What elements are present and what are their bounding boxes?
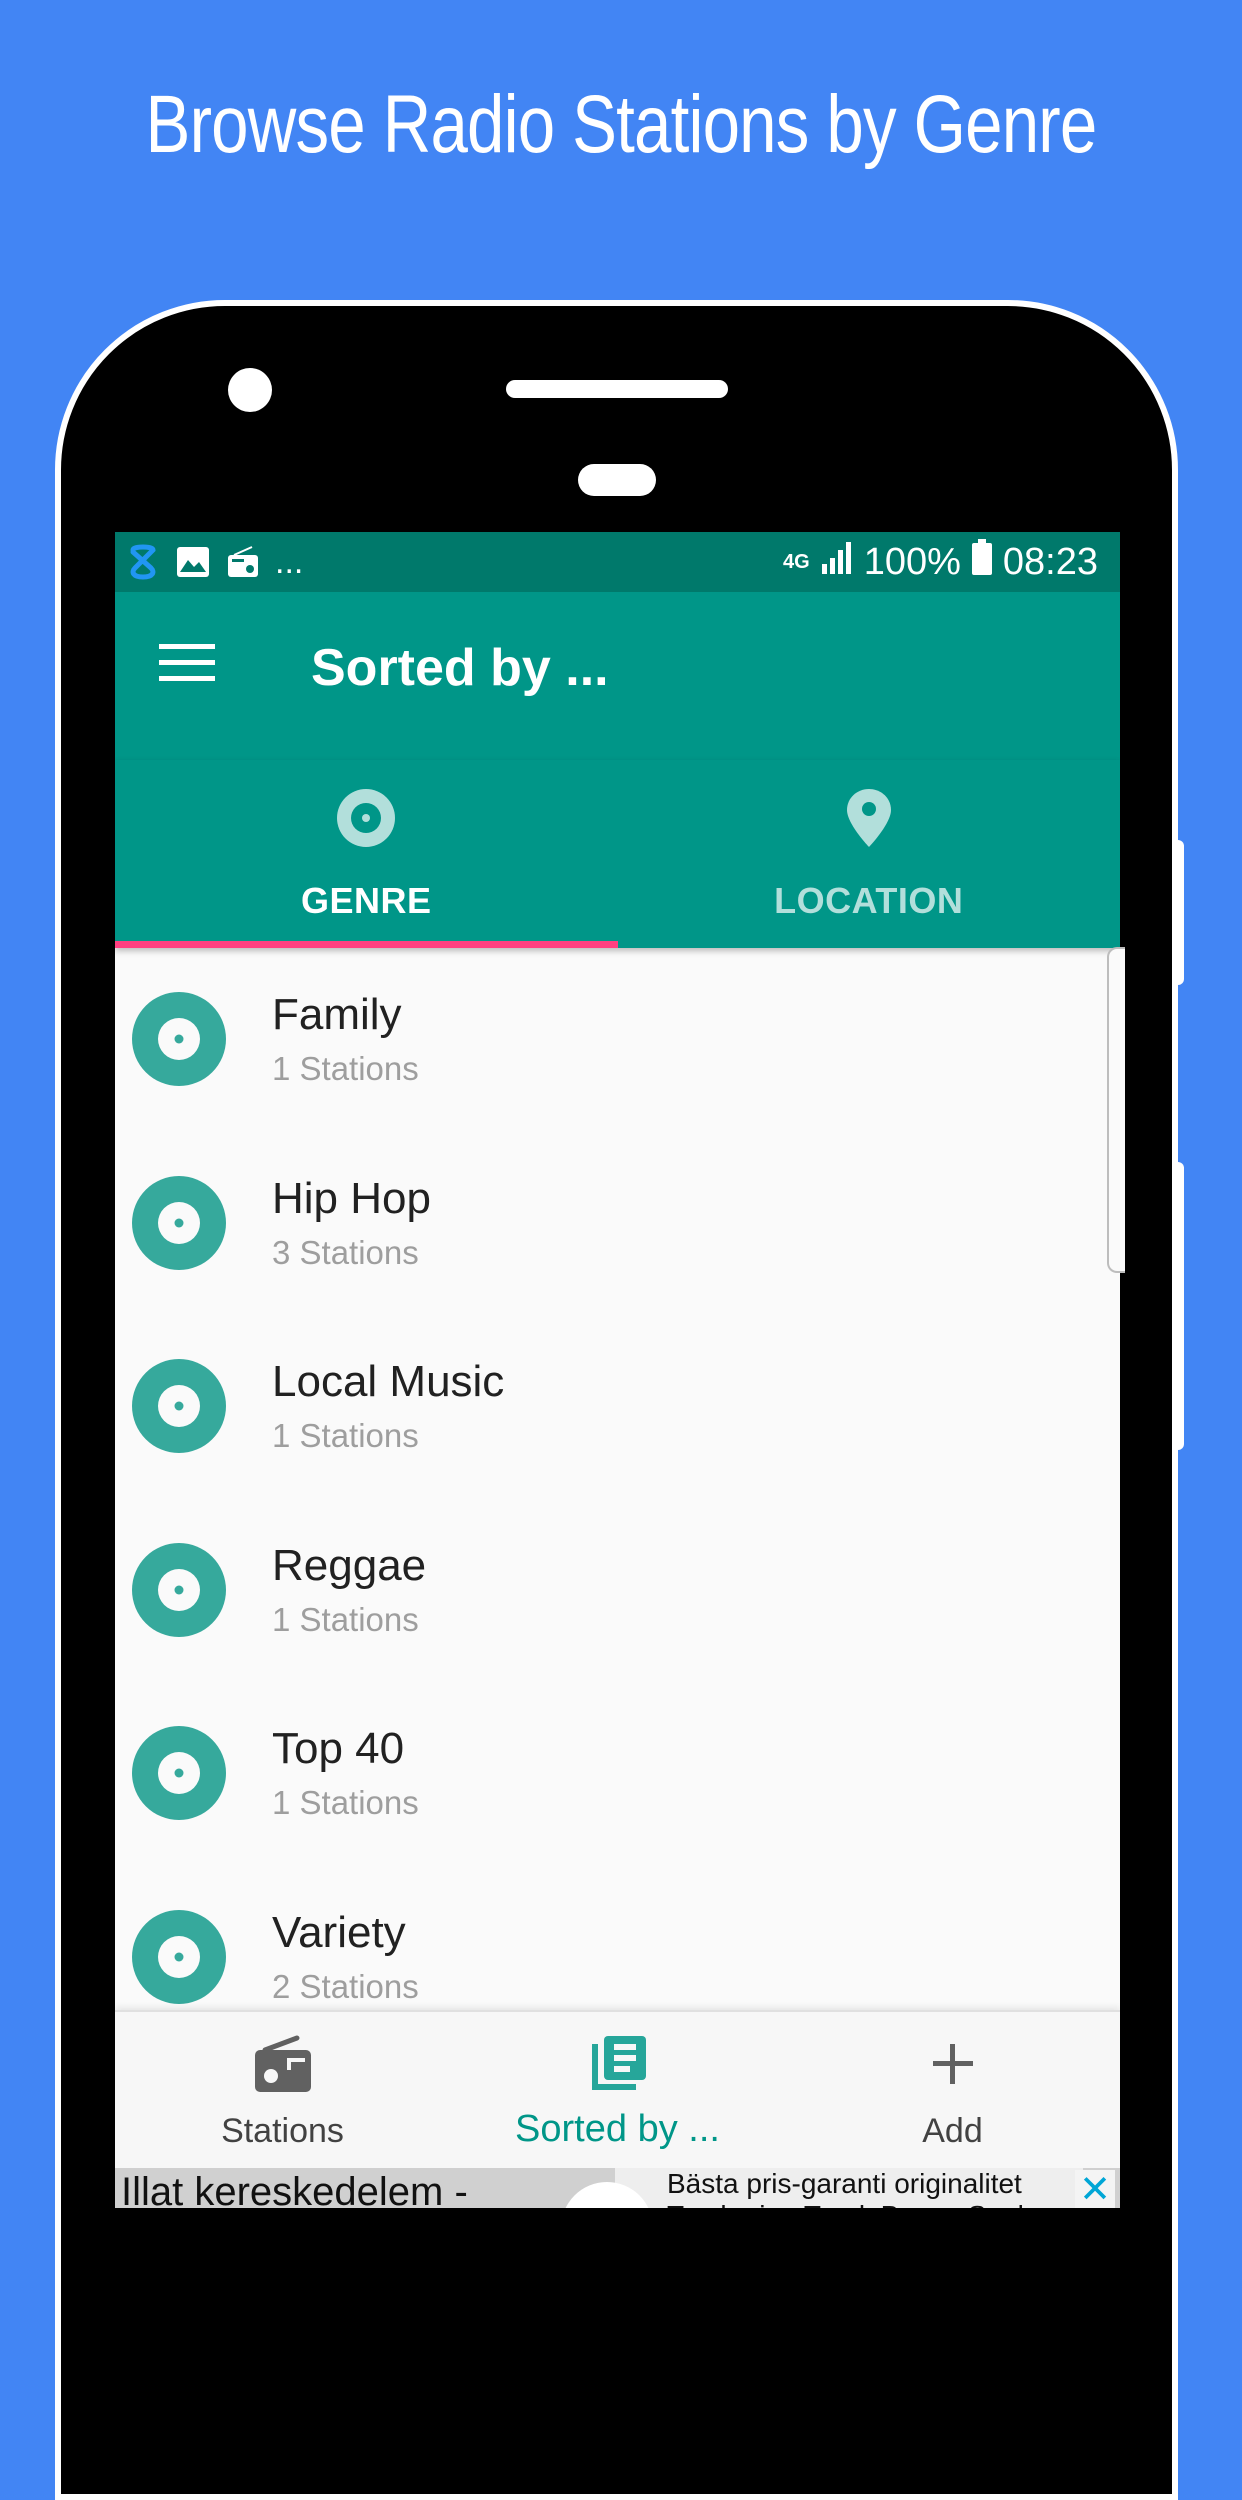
ad-text-line: Tryckeri ... Track Bonus Sank (667, 2200, 1032, 2208)
ad-text-line: Bästa pris-garanti originalitet (667, 2168, 1022, 2199)
station-count: 1 Stations (272, 1784, 419, 1821)
nav-stations[interactable]: Stations (115, 2012, 450, 2170)
ad-left-text: Illat kereskedelem - (121, 2170, 468, 2208)
toolbar-title: Sorted by ... (311, 639, 609, 697)
disc-icon (132, 1175, 226, 1270)
nav-add[interactable]: Add (785, 2012, 1120, 2170)
overflow-notifications: ... (275, 542, 304, 581)
nav-add-label: Add (922, 2112, 983, 2150)
status-bar: ... 4G 100% 08:23 (115, 532, 1120, 592)
disc-icon (132, 1542, 226, 1637)
shield-app-icon (125, 544, 161, 580)
signal-icon (820, 540, 854, 584)
nav-sorted-by[interactable]: Sorted by ... (450, 2012, 785, 2170)
promo-headline: Browse Radio Stations by Genre (145, 79, 1098, 170)
station-count: 2 Stations (272, 1967, 419, 2005)
radio-app-icon (225, 544, 261, 580)
phone-sensor (578, 464, 656, 496)
ad-right-text: Bästa pris-garanti originalitet Tryckeri… (667, 2168, 1032, 2208)
plus-icon (931, 2032, 975, 2096)
disc-icon (132, 1359, 226, 1453)
genre-list-item[interactable]: Reggae 1 Stations (115, 1499, 1120, 1683)
image-icon (175, 544, 211, 580)
genre-name: Family (272, 990, 402, 1039)
location-pin-icon (846, 788, 891, 848)
ad-banner[interactable]: Illat kereskedelem - Bästa pris-garanti … (115, 2168, 1120, 2208)
genre-list-item[interactable]: Family 1 Stations (115, 948, 1120, 1132)
network-type: 4G (783, 551, 810, 573)
genre-name: Top 40 (272, 1724, 405, 1773)
battery-percent: 100% (863, 540, 961, 583)
ad-right-panel[interactable]: Bästa pris-garanti originalitet Tryckeri… (615, 2168, 1083, 2208)
phone-side-button (1172, 1162, 1184, 1450)
disc-icon (132, 1726, 226, 1820)
station-count: 1 Stations (272, 1417, 419, 1454)
genre-list: Family 1 Stations Hip Hop 3 Stations Loc… (115, 948, 1120, 2049)
disc-icon (337, 788, 396, 848)
library-icon (588, 2032, 648, 2096)
disc-icon (132, 1909, 226, 2004)
nav-sorted-by-label: Sorted by ... (515, 2108, 720, 2150)
disc-icon (132, 992, 226, 1086)
clock: 08:23 (1002, 540, 1098, 583)
tab-bar: GENRE LOCATION (115, 760, 1120, 948)
tab-location[interactable]: LOCATION (618, 760, 1121, 948)
genre-name: Reggae (272, 1540, 427, 1590)
station-count: 1 Stations (272, 1600, 419, 1638)
edge-panel-handle[interactable] (1107, 947, 1125, 1273)
genre-name: Hip Hop (272, 1173, 431, 1223)
genre-name: Local Music (272, 1357, 505, 1406)
genre-name: Variety (272, 1907, 406, 1957)
tab-genre-label: GENRE (300, 880, 432, 921)
bottom-navigation: Stations Sorted by ... Add (115, 2010, 1120, 2170)
tab-genre[interactable]: GENRE (115, 760, 618, 948)
genre-list-item[interactable]: Top 40 1 Stations (115, 1682, 1120, 1866)
app-screen: ... 4G 100% 08:23 Sorted by ... GENRE LO… (115, 532, 1120, 2208)
active-tab-indicator (115, 941, 618, 948)
radio-icon (253, 2032, 313, 2096)
station-count: 1 Stations (272, 1050, 419, 1087)
phone-speaker (506, 380, 728, 398)
phone-side-button (1172, 840, 1184, 985)
app-toolbar: Sorted by ... (115, 592, 1120, 760)
tab-location-label: LOCATION (774, 880, 964, 921)
ad-close-icon[interactable]: ✕ (1075, 2170, 1115, 2208)
station-count: 3 Stations (272, 1233, 419, 1271)
hamburger-menu-icon[interactable] (159, 644, 215, 684)
phone-camera (228, 368, 272, 412)
genre-list-item[interactable]: Local Music 1 Stations (115, 1315, 1120, 1499)
genre-list-item[interactable]: Hip Hop 3 Stations (115, 1132, 1120, 1316)
battery-icon (971, 539, 993, 585)
nav-stations-label: Stations (221, 2112, 344, 2150)
